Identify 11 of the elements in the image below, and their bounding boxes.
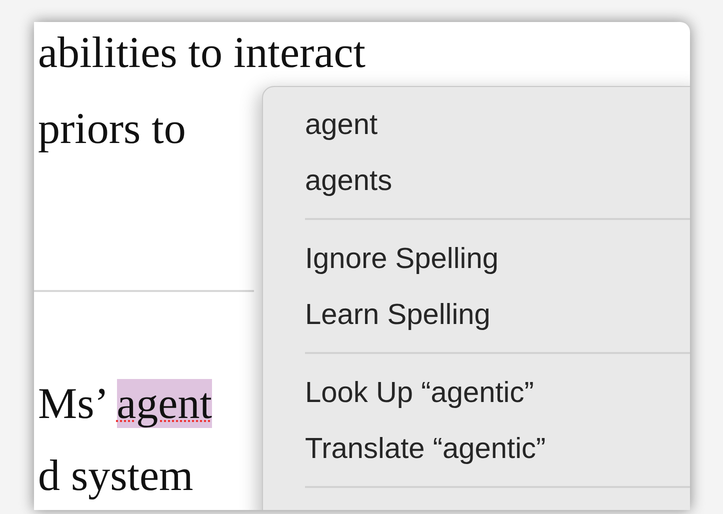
menu-item[interactable]: Translate “agentic” — [305, 421, 690, 477]
misspelled-word[interactable]: agent — [116, 379, 212, 428]
menu-item[interactable]: Ignore Spelling — [305, 231, 690, 287]
document-text: Ms’ — [38, 379, 107, 428]
document-text: priors to — [38, 103, 186, 155]
menu-item[interactable]: Look Up “agentic” — [305, 365, 690, 421]
document-text: d system — [38, 451, 194, 500]
menu-item[interactable]: Learn Spelling — [305, 287, 690, 343]
menu-item[interactable]: agents — [305, 153, 690, 209]
document-text: abilities to interact — [38, 27, 366, 79]
menu-item[interactable]: agent — [305, 97, 690, 153]
